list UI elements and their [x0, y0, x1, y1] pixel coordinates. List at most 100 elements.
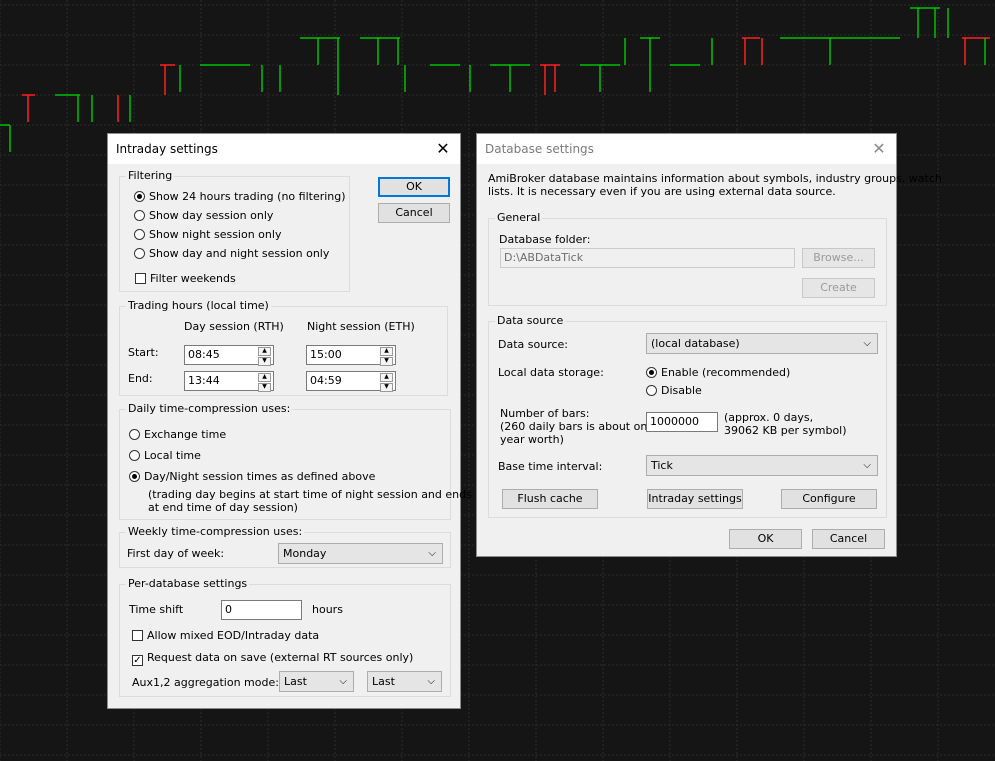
- radio-circle[interactable]: [129, 450, 140, 461]
- bars-value: 1000000: [650, 415, 699, 428]
- night-session-header: Night session (ETH): [307, 320, 415, 333]
- dialog-title: Intraday settings: [116, 142, 218, 156]
- create-button[interactable]: Create: [802, 278, 875, 298]
- request-data-checkbox[interactable]: ✓ Request data on save (external RT sourc…: [132, 651, 413, 666]
- data-source-select[interactable]: (local database) ⌵: [646, 333, 878, 354]
- spin-up-icon[interactable]: ▲: [258, 347, 271, 356]
- allow-mixed-checkbox[interactable]: Allow mixed EOD/Intraday data: [132, 629, 319, 642]
- filtering-radio-label: Show day and night session only: [149, 247, 330, 260]
- chevron-down-icon[interactable]: ⌵: [863, 334, 871, 353]
- filtering-radio-label: Show night session only: [149, 228, 282, 241]
- trading-hours-group: Trading hours (local time) Day session (…: [119, 299, 448, 396]
- filtering-radio-0[interactable]: Show 24 hours trading (no filtering): [134, 190, 346, 203]
- close-icon[interactable]: ✕: [432, 138, 454, 160]
- bars-label-line3: year worth): [500, 433, 564, 446]
- base-interval-select[interactable]: Tick ⌵: [646, 455, 878, 476]
- ok-button[interactable]: OK: [378, 177, 450, 197]
- approx-line1: (approx. 0 days,: [724, 411, 814, 424]
- dialog-titlebar: Intraday settings ✕: [108, 134, 460, 164]
- spin-down-icon[interactable]: ▼: [258, 383, 271, 392]
- browse-button[interactable]: Browse...: [802, 248, 875, 268]
- configure-button[interactable]: Configure: [781, 489, 877, 509]
- close-icon[interactable]: ✕: [868, 138, 890, 160]
- filter-weekends-checkbox[interactable]: Filter weekends: [135, 272, 236, 285]
- filtering-radio-2[interactable]: Show night session only: [134, 228, 281, 241]
- first-day-select[interactable]: Monday ⌵: [278, 543, 443, 564]
- radio-circle[interactable]: [129, 471, 140, 482]
- first-day-value: Monday: [283, 547, 327, 560]
- aux2-value: Last: [372, 675, 395, 688]
- daily-radio-2[interactable]: Day/Night session times as defined above: [129, 470, 375, 483]
- day-start-value: 08:45: [188, 348, 220, 361]
- spin-up-icon[interactable]: ▲: [380, 373, 393, 382]
- trading-hours-legend: Trading hours (local time): [126, 299, 271, 312]
- radio-circle[interactable]: [134, 248, 145, 259]
- aux1-value: Last: [284, 675, 307, 688]
- time-shift-input[interactable]: 0: [221, 600, 302, 620]
- night-end-spinner[interactable]: ▲ ▼: [380, 373, 393, 392]
- flush-cache-button[interactable]: Flush cache: [502, 489, 598, 509]
- number-of-bars-input[interactable]: 1000000: [646, 412, 718, 432]
- database-folder-input[interactable]: D:\ABDataTick: [500, 248, 795, 268]
- folder-label: Database folder:: [499, 233, 591, 246]
- chevron-down-icon[interactable]: ⌵: [863, 456, 871, 475]
- daily-radio-label: Day/Night session times as defined above: [144, 470, 376, 483]
- per-database-group: Per-database settings Time shift 0 hours…: [119, 577, 451, 697]
- database-settings-dialog: Database settings ✕ AmiBroker database m…: [476, 133, 942, 557]
- dialog-title: Database settings: [485, 142, 594, 156]
- spin-down-icon[interactable]: ▼: [258, 357, 271, 366]
- dialog-titlebar: Database settings ✕: [477, 134, 896, 164]
- night-end-input[interactable]: 04:59 ▲ ▼: [306, 371, 396, 392]
- day-end-spinner[interactable]: ▲ ▼: [258, 373, 271, 392]
- radio-circle[interactable]: [646, 367, 657, 378]
- hours-label: hours: [312, 603, 343, 616]
- intro-line2: lists. It is necessary even if you are u…: [488, 185, 836, 198]
- data-source-legend: Data source: [495, 314, 566, 327]
- cancel-button[interactable]: Cancel: [378, 203, 450, 223]
- spin-up-icon[interactable]: ▲: [380, 347, 393, 356]
- checkbox-box[interactable]: [132, 630, 143, 641]
- checkmark-icon[interactable]: ✓: [132, 655, 143, 666]
- data-source-value: (local database): [651, 337, 740, 350]
- night-end-value: 04:59: [310, 374, 342, 387]
- day-start-spinner[interactable]: ▲ ▼: [258, 347, 271, 366]
- radio-circle[interactable]: [134, 210, 145, 221]
- storage-enable-radio[interactable]: Enable (recommended): [646, 366, 790, 379]
- time-shift-value: 0: [225, 603, 232, 616]
- spin-up-icon[interactable]: ▲: [258, 373, 271, 382]
- disable-label: Disable: [661, 384, 702, 397]
- general-group: General Database folder: D:\ABDataTick B…: [488, 211, 887, 306]
- night-start-spinner[interactable]: ▲ ▼: [380, 347, 393, 366]
- radio-circle[interactable]: [129, 429, 140, 440]
- chevron-down-icon[interactable]: ⌵: [339, 672, 347, 691]
- day-start-input[interactable]: 08:45 ▲ ▼: [184, 345, 274, 366]
- daily-radio-0[interactable]: Exchange time: [129, 428, 226, 441]
- daily-radio-label: Exchange time: [144, 428, 227, 441]
- chevron-down-icon[interactable]: ⌵: [428, 544, 436, 563]
- chevron-down-icon[interactable]: ⌵: [427, 672, 435, 691]
- base-interval-value: Tick: [651, 459, 673, 472]
- checkbox-box[interactable]: [135, 273, 146, 284]
- storage-disable-radio[interactable]: Disable: [646, 384, 702, 397]
- day-end-input[interactable]: 13:44 ▲ ▼: [184, 371, 274, 392]
- radio-circle[interactable]: [134, 191, 145, 202]
- daily-radio-1[interactable]: Local time: [129, 449, 201, 462]
- cancel-button[interactable]: Cancel: [812, 529, 885, 549]
- spin-down-icon[interactable]: ▼: [380, 357, 393, 366]
- ok-button[interactable]: OK: [729, 529, 802, 549]
- allow-mixed-label: Allow mixed EOD/Intraday data: [147, 629, 320, 642]
- radio-circle[interactable]: [134, 229, 145, 240]
- radio-circle[interactable]: [646, 385, 657, 396]
- filtering-radio-1[interactable]: Show day session only: [134, 209, 273, 222]
- weekly-compression-legend: Weekly time-compression uses:: [126, 525, 305, 538]
- aux2-select[interactable]: Last ⌵: [367, 671, 442, 692]
- aux1-select[interactable]: Last ⌵: [279, 671, 354, 692]
- base-interval-label: Base time interval:: [498, 460, 603, 473]
- spin-down-icon[interactable]: ▼: [380, 383, 393, 392]
- filtering-radio-3[interactable]: Show day and night session only: [134, 247, 329, 260]
- end-label: End:: [128, 372, 153, 385]
- bars-label-line1: Number of bars:: [500, 407, 590, 420]
- intraday-settings-button[interactable]: Intraday settings: [647, 489, 743, 509]
- filter-weekends-label: Filter weekends: [150, 272, 236, 285]
- night-start-input[interactable]: 15:00 ▲ ▼: [306, 345, 396, 366]
